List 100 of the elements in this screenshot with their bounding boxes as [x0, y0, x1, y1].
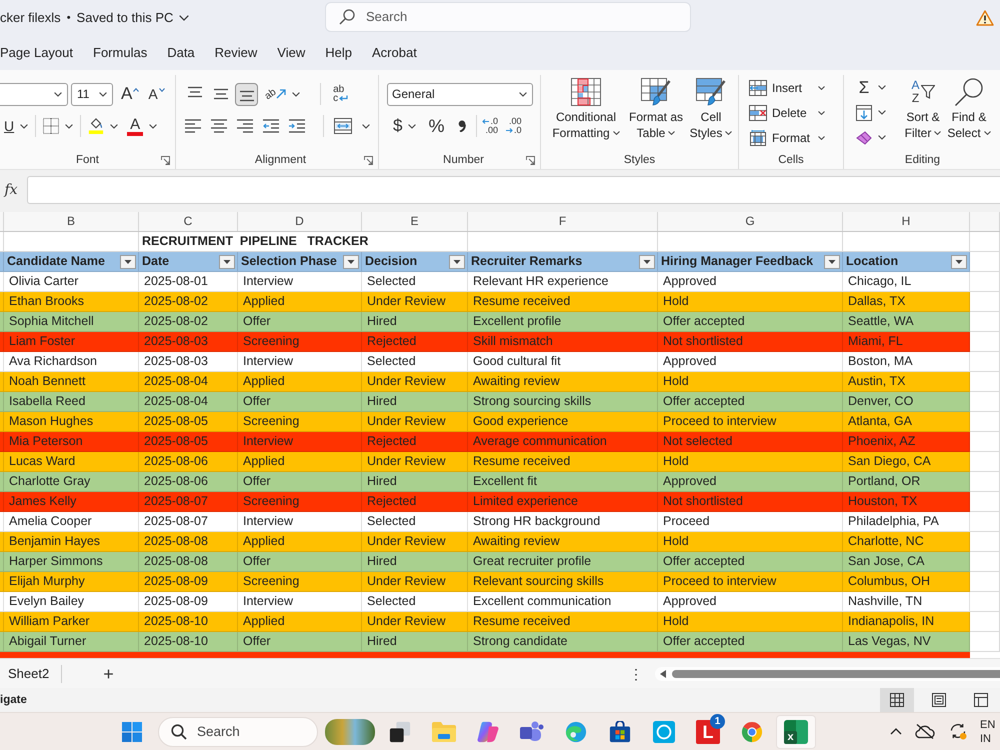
- warning-icon[interactable]: [976, 10, 994, 26]
- column-letter[interactable]: D: [238, 212, 362, 231]
- currency-button[interactable]: $: [393, 116, 402, 136]
- column-letter[interactable]: C: [139, 212, 238, 231]
- chevron-down-icon[interactable]: [149, 124, 158, 128]
- editing-button[interactable]: A Z Sort & Filter: [900, 75, 946, 147]
- dialog-launcher-icon[interactable]: [364, 156, 373, 164]
- font-name-field[interactable]: [0, 82, 68, 106]
- menu-tab[interactable]: Data: [167, 45, 195, 60]
- eraser-icon[interactable]: [856, 130, 872, 146]
- add-sheet-button[interactable]: +: [103, 664, 114, 682]
- menu-tab[interactable]: Review: [214, 45, 258, 60]
- sheet-title: RECRUITMENT PIPELINE TRACKER: [142, 234, 368, 248]
- autosum-button[interactable]: Σ: [856, 78, 872, 98]
- insert-function-button[interactable]: fx: [0, 182, 22, 198]
- menu-tab[interactable]: Formulas: [93, 45, 148, 60]
- border-grid-icon[interactable]: [43, 118, 60, 134]
- view-button[interactable]: [880, 688, 914, 712]
- spreadsheet-app-icon: x: [784, 720, 808, 744]
- menu-tab[interactable]: View: [277, 45, 306, 60]
- chevron-down-icon: [612, 131, 620, 135]
- align-center-icon[interactable]: [211, 118, 227, 134]
- chevron-down-icon[interactable]: [878, 135, 886, 140]
- formula-input[interactable]: [27, 176, 1000, 204]
- cloud-off-icon[interactable]: [915, 723, 935, 740]
- taskbar-app-button[interactable]: x: [776, 714, 816, 748]
- grow-font-button[interactable]: A: [121, 84, 140, 104]
- scroll-left-arrow-icon[interactable]: [660, 670, 666, 678]
- sync-icon[interactable]: [948, 723, 968, 740]
- menu-tab[interactable]: Page Layout: [0, 45, 74, 60]
- chevron-down-icon[interactable]: [878, 85, 886, 90]
- underline-button[interactable]: U: [4, 118, 14, 134]
- scrollbar-thumb[interactable]: [672, 670, 1000, 678]
- chevron-down-icon[interactable]: [110, 124, 118, 128]
- styles-button[interactable]: Conditional Formatting: [547, 78, 625, 150]
- chevron-down-icon: [179, 14, 190, 20]
- increase-indent-icon[interactable]: [289, 118, 305, 134]
- styles-button[interactable]: Cell Styles: [687, 78, 735, 150]
- notification-badge: 1: [710, 714, 725, 728]
- chevron-down-icon[interactable]: [292, 92, 300, 96]
- column-letter[interactable]: G: [658, 212, 843, 231]
- menu-tab[interactable]: Acrobat: [372, 45, 417, 60]
- styles-button[interactable]: Format as Table: [625, 78, 687, 150]
- grid-view-icon: [890, 693, 904, 707]
- dialog-launcher-icon[interactable]: [161, 156, 170, 164]
- language-indicator[interactable]: IN: [980, 732, 996, 746]
- chevron-down-icon[interactable]: [408, 124, 416, 128]
- orientation-button[interactable]: ab: [265, 88, 286, 100]
- filter-dropdown-icon[interactable]: [449, 254, 465, 268]
- comma-style-icon[interactable]: [458, 120, 466, 132]
- cells-button[interactable]: Insert: [749, 75, 843, 100]
- chevron-down-icon[interactable]: [20, 124, 28, 128]
- search-field[interactable]: Search: [325, 2, 691, 32]
- more-options-button[interactable]: ⋮: [629, 666, 643, 682]
- horizontal-scrollbar[interactable]: [655, 666, 1000, 680]
- align-button[interactable]: [235, 82, 258, 106]
- merge-cells-icon[interactable]: [334, 118, 352, 134]
- decrease-indent-icon[interactable]: [263, 118, 279, 134]
- sheet-tab[interactable]: Sheet2: [8, 666, 50, 681]
- filter-dropdown-icon[interactable]: [639, 254, 655, 268]
- percent-button[interactable]: %: [428, 116, 444, 136]
- photo-placeholder[interactable]: [325, 718, 375, 744]
- menu-tab[interactable]: Help: [325, 45, 352, 60]
- filter-dropdown-icon[interactable]: [951, 254, 967, 268]
- filter-dropdown-icon[interactable]: [219, 254, 235, 268]
- filter-dropdown-icon[interactable]: [343, 254, 359, 268]
- column-letter[interactable]: F: [468, 212, 658, 231]
- page-layout-icon: [932, 693, 946, 707]
- filter-dropdown-icon[interactable]: [120, 254, 136, 268]
- dialog-launcher-icon[interactable]: [526, 156, 535, 164]
- chevron-down-icon[interactable]: [362, 124, 370, 128]
- number-format-dropdown[interactable]: General: [387, 82, 533, 106]
- ring-icon: [652, 720, 676, 742]
- language-indicator[interactable]: EN: [980, 718, 996, 732]
- cells-button[interactable]: Delete: [749, 100, 843, 125]
- shrink-font-button[interactable]: A: [148, 86, 165, 102]
- decrease-decimal-button[interactable]: .00 .0: [506, 117, 522, 135]
- fill-color-icon[interactable]: [88, 118, 104, 134]
- editing-button[interactable]: Find & Select: [946, 75, 992, 147]
- filter-dropdown-icon[interactable]: [824, 254, 840, 268]
- save-status-button[interactable]: Saved to this PC: [76, 10, 190, 25]
- wrap-text-button[interactable]: ab c: [333, 85, 348, 103]
- align-left-icon[interactable]: [185, 118, 201, 134]
- chevron-down-icon[interactable]: [65, 124, 74, 128]
- align-right-icon[interactable]: [237, 118, 253, 134]
- fill-down-icon[interactable]: [856, 104, 872, 120]
- column-letter[interactable]: H: [843, 212, 970, 231]
- column-letter[interactable]: B: [4, 212, 139, 231]
- chevron-up-icon[interactable]: [890, 728, 902, 735]
- chevron-down-icon[interactable]: [878, 110, 886, 115]
- four-squares-icon[interactable]: [122, 722, 142, 742]
- font-color-button[interactable]: A: [127, 116, 144, 136]
- chevron-down-icon: [54, 92, 62, 96]
- taskbar-search-field[interactable]: Search: [158, 716, 318, 746]
- table-brush-icon: [641, 78, 671, 106]
- column-letter[interactable]: E: [362, 212, 468, 231]
- font-size-field[interactable]: 11: [71, 82, 113, 106]
- increase-decimal-button[interactable]: .0 .00: [482, 117, 498, 135]
- cells-button[interactable]: Format: [749, 125, 843, 150]
- column-header: Hiring Manager Feedback: [661, 253, 814, 270]
